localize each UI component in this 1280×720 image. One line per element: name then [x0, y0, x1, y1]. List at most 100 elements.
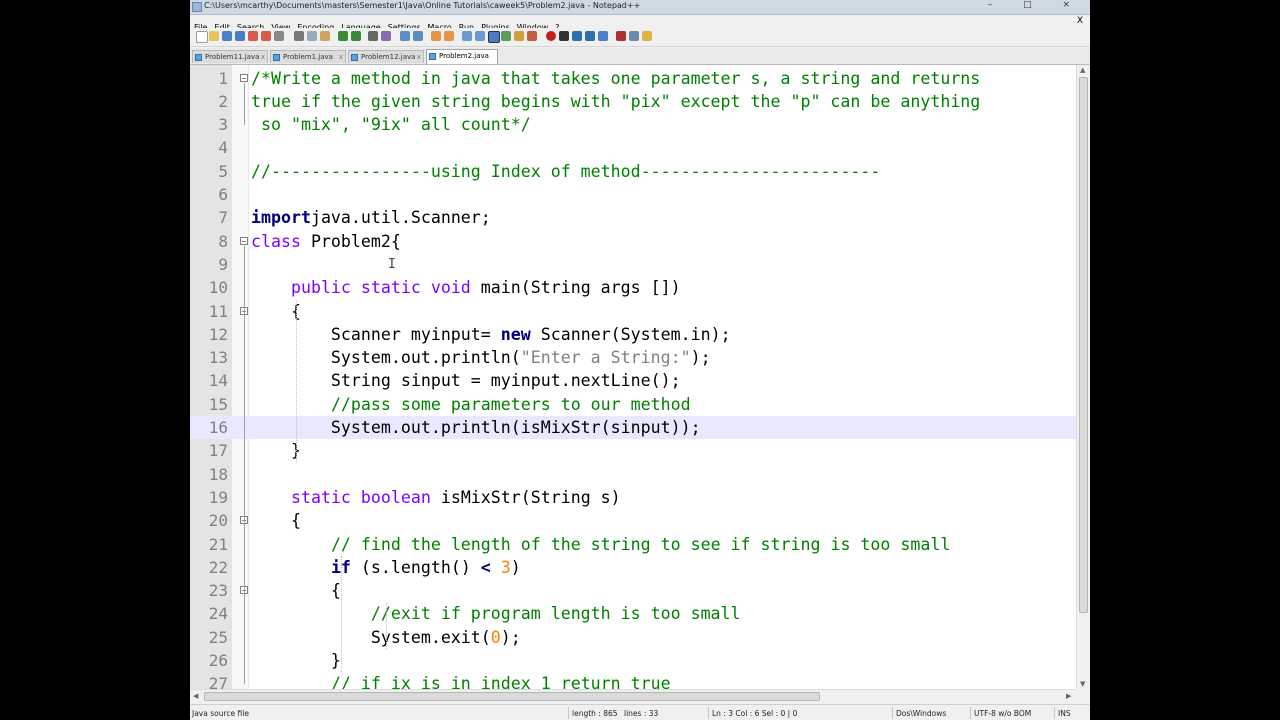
tab-bar: Problem11.java x Problem1.java x Problem12…: [190, 48, 1090, 65]
line-number: 24: [208, 604, 228, 624]
scroll-up-icon[interactable]: ▲: [1080, 66, 1085, 74]
code-token: new: [500, 324, 531, 344]
code-line[interactable]: 10 public static void main(String args […: [190, 276, 1076, 299]
java-file-icon: [351, 54, 358, 61]
code-line[interactable]: 11 {: [190, 300, 1076, 323]
close-all-icon[interactable]: [261, 31, 271, 41]
tab-problem11[interactable]: Problem11.java x: [192, 50, 268, 63]
status-lines: lines : 33: [624, 709, 659, 718]
code-line[interactable]: 6: [190, 183, 1076, 206]
close-icon[interactable]: [248, 31, 258, 41]
code-token: class: [251, 231, 301, 251]
horizontal-scroll-thumb[interactable]: [204, 692, 820, 701]
copy-icon[interactable]: [307, 31, 317, 41]
save-macro-icon[interactable]: [598, 31, 608, 41]
paste-icon[interactable]: [320, 31, 330, 41]
tab-close-icon[interactable]: x: [261, 51, 265, 63]
code-line[interactable]: 21 // find the length of the string to s…: [190, 533, 1076, 556]
code-line[interactable]: 23 {: [190, 579, 1076, 602]
replace-icon[interactable]: [381, 31, 391, 41]
stop-macro-icon[interactable]: [559, 31, 569, 41]
scroll-left-icon[interactable]: ◀: [193, 692, 198, 700]
code-line[interactable]: 24 //exit if program length is too small: [190, 602, 1076, 625]
doc-map-icon[interactable]: [514, 31, 524, 41]
folder-icon[interactable]: [642, 31, 652, 41]
code-line[interactable]: 1 /*Write a method in java that takes one…: [190, 67, 1076, 90]
print-icon[interactable]: [274, 31, 284, 41]
play-multi-icon[interactable]: [585, 31, 595, 41]
fold-toggle-icon[interactable]: [240, 236, 248, 245]
close-document-button[interactable]: X: [1077, 15, 1083, 28]
code-line[interactable]: 17 }: [190, 439, 1076, 462]
code-token: true if the given string begins with "pi…: [251, 91, 981, 111]
show-all-icon[interactable]: [475, 31, 485, 41]
zoom-out-icon[interactable]: [413, 31, 423, 41]
tab-close-icon[interactable]: x: [339, 51, 343, 63]
code-text: public static void main(String args []): [251, 276, 681, 299]
vertical-scroll-thumb[interactable]: [1079, 77, 1088, 613]
code-line[interactable]: 27 // if ix is in index 1 return true: [190, 672, 1076, 689]
code-token: ): [510, 557, 521, 577]
line-number: 7: [218, 208, 228, 228]
scroll-down-icon[interactable]: ▼: [1080, 680, 1085, 688]
undo-icon[interactable]: [338, 31, 348, 41]
find-icon[interactable]: [368, 31, 378, 41]
code-line[interactable]: 5 //----------------using Index of method…: [190, 160, 1076, 183]
play-macro-icon[interactable]: [572, 31, 582, 41]
code-text: {: [251, 509, 301, 532]
code-line[interactable]: 20 {: [190, 509, 1076, 532]
sync-h-icon[interactable]: [444, 31, 454, 41]
code-line[interactable]: 2 true if the given string begins with "p…: [190, 90, 1076, 113]
tab-problem2[interactable]: Problem2.java: [426, 49, 498, 64]
code-line[interactable]: 9: [190, 253, 1076, 276]
code-line[interactable]: 7 importjava.util.Scanner;: [190, 206, 1076, 229]
window-controls[interactable]: – □ ×: [988, 0, 1084, 10]
code-token: <: [480, 557, 491, 577]
code-line[interactable]: 19 static boolean isMixStr(String s): [190, 486, 1076, 509]
indent-guide-icon[interactable]: [488, 31, 500, 43]
code-line[interactable]: 16 System.out.println(isMixStr(sinput));: [190, 416, 1076, 440]
fold-toggle-icon[interactable]: [240, 73, 248, 82]
sync-v-icon[interactable]: [431, 31, 441, 41]
save-all-icon[interactable]: [235, 31, 245, 41]
wrap-icon[interactable]: [462, 31, 472, 41]
save-icon[interactable]: [222, 31, 232, 41]
line-number: 25: [208, 627, 228, 647]
code-editor[interactable]: 1 /*Write a method in java that takes one…: [190, 65, 1076, 689]
cut-icon[interactable]: [294, 31, 304, 41]
code-line[interactable]: 13 System.out.println("Enter a String:")…: [190, 346, 1076, 369]
tab-problem1[interactable]: Problem1.java x: [270, 50, 346, 63]
code-line[interactable]: 22 if (s.length() < 3): [190, 556, 1076, 579]
scroll-right-icon[interactable]: ▶: [1066, 692, 1071, 700]
code-line[interactable]: 18: [190, 463, 1076, 486]
redo-icon[interactable]: [351, 31, 361, 41]
func-list-icon[interactable]: [527, 31, 537, 41]
code-line[interactable]: 12 Scanner myinput= new Scanner(System.i…: [190, 323, 1076, 346]
tab-problem12[interactable]: Problem12.java x: [348, 50, 424, 63]
vertical-scrollbar[interactable]: ▲ ▼: [1076, 65, 1090, 689]
code-line[interactable]: 25 System.exit(0);: [190, 626, 1076, 649]
code-token: //----------------using Index of method-…: [251, 161, 881, 181]
code-line[interactable]: 8 class Problem2{: [190, 230, 1076, 253]
code-text: String sinput = myinput.nextLine();: [251, 369, 681, 392]
horizontal-scrollbar[interactable]: ◀ ▶: [190, 689, 1076, 704]
tab-close-icon[interactable]: x: [417, 51, 421, 63]
spell-icon[interactable]: [616, 31, 626, 41]
code-line[interactable]: 15 //pass some parameters to our method: [190, 393, 1076, 416]
code-line[interactable]: 14 String sinput = myinput.nextLine();: [190, 369, 1076, 392]
zoom-in-icon[interactable]: [400, 31, 410, 41]
code-token: String sinput = myinput.nextLine();: [251, 371, 681, 391]
code-token: so "mix", "9ix" all count*/: [251, 115, 531, 135]
record-macro-icon[interactable]: [546, 31, 556, 41]
code-line[interactable]: 4: [190, 136, 1076, 159]
code-token: System.out.println(isMixStr(sinput));: [251, 418, 701, 437]
monitor-icon[interactable]: [629, 31, 639, 41]
lang-icon[interactable]: [501, 31, 511, 41]
code-line[interactable]: 26 }: [190, 649, 1076, 672]
code-line[interactable]: 3 so "mix", "9ix" all count*/: [190, 113, 1076, 136]
open-file-icon[interactable]: [209, 31, 219, 41]
new-file-icon[interactable]: [196, 31, 208, 43]
